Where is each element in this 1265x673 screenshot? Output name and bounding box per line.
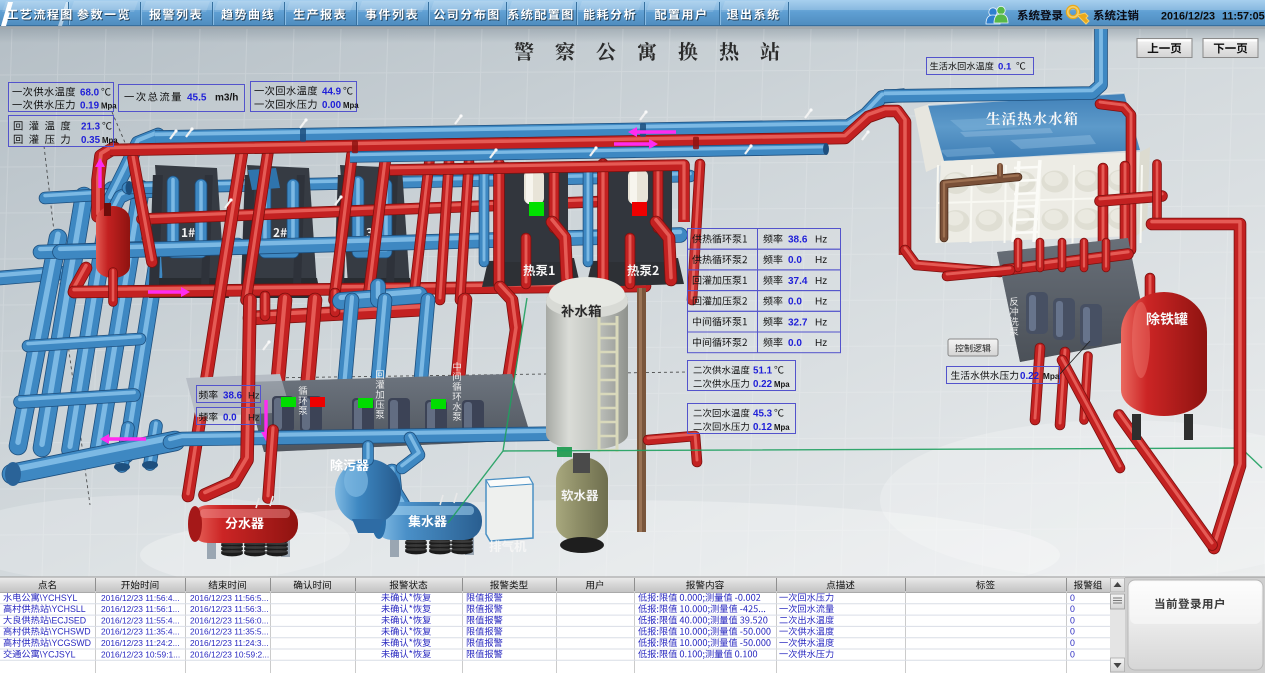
svg-text:2016/12/23 11:56:1...: 2016/12/23 11:56:1... bbox=[101, 604, 180, 614]
svg-text:2016/12/23 11:55:4...: 2016/12/23 11:55:4... bbox=[101, 615, 180, 625]
svg-text:\YCJSYL: \YCJSYL bbox=[40, 649, 76, 659]
svg-text:Hz: Hz bbox=[248, 391, 260, 402]
svg-text:38.6: 38.6 bbox=[788, 235, 808, 246]
svg-text:0: 0 bbox=[1070, 627, 1075, 637]
svg-text:45.3: 45.3 bbox=[753, 409, 773, 420]
svg-text:0.0: 0.0 bbox=[788, 338, 802, 349]
svg-text:2016/12/23 10:59:2...: 2016/12/23 10:59:2... bbox=[190, 649, 269, 659]
svg-text:\ECJSED: \ECJSED bbox=[49, 615, 86, 625]
svg-text:Mpa: Mpa bbox=[101, 102, 117, 111]
svg-text:\YCHSLL: \YCHSLL bbox=[49, 604, 86, 614]
svg-text:Hz: Hz bbox=[815, 297, 827, 308]
svg-text:0: 0 bbox=[1070, 604, 1075, 614]
svg-text:Hz: Hz bbox=[815, 255, 827, 266]
svg-text:0: 0 bbox=[1070, 615, 1075, 625]
svg-text:0: 0 bbox=[1070, 638, 1075, 648]
svg-text:0.19: 0.19 bbox=[80, 101, 100, 112]
svg-text:Hz: Hz bbox=[815, 338, 827, 349]
svg-text:2016/12/23: 2016/12/23 bbox=[1161, 11, 1215, 23]
svg-text:Hz: Hz bbox=[248, 413, 260, 424]
svg-text:21.3: 21.3 bbox=[81, 122, 101, 133]
svg-text:0.00: 0.00 bbox=[322, 100, 342, 111]
svg-text:0.22: 0.22 bbox=[1020, 371, 1040, 382]
svg-text:37.4: 37.4 bbox=[788, 276, 808, 287]
svg-text:Mpa: Mpa bbox=[343, 101, 359, 110]
svg-text:2016/12/23 11:56:3...: 2016/12/23 11:56:3... bbox=[190, 604, 269, 614]
svg-text:2016/12/23 10:59:1...: 2016/12/23 10:59:1... bbox=[101, 649, 180, 659]
svg-text:Hz: Hz bbox=[815, 317, 827, 328]
svg-text:45.5: 45.5 bbox=[187, 93, 207, 104]
svg-text:Hz: Hz bbox=[815, 235, 827, 246]
svg-text:32.7: 32.7 bbox=[788, 317, 808, 328]
svg-text:0.35: 0.35 bbox=[81, 135, 101, 146]
svg-text:11:57:05: 11:57:05 bbox=[1222, 11, 1265, 23]
svg-text:\YCHSYL: \YCHSYL bbox=[40, 593, 78, 603]
svg-text:51.1: 51.1 bbox=[753, 366, 773, 377]
svg-text:0: 0 bbox=[1070, 593, 1075, 603]
svg-text:2016/12/23 11:24:2...: 2016/12/23 11:24:2... bbox=[101, 638, 180, 648]
svg-text:44.9: 44.9 bbox=[322, 87, 342, 98]
svg-text:2016/12/23 11:56:0...: 2016/12/23 11:56:0... bbox=[190, 615, 269, 625]
svg-text:0.0: 0.0 bbox=[788, 297, 802, 308]
svg-text:0.12: 0.12 bbox=[753, 422, 773, 433]
svg-text:Mpa: Mpa bbox=[1043, 372, 1060, 381]
svg-text:0.0: 0.0 bbox=[788, 255, 802, 266]
svg-text:Mpa: Mpa bbox=[102, 136, 118, 145]
svg-text:0.0: 0.0 bbox=[223, 413, 237, 424]
svg-text:2016/12/23 11:35:5...: 2016/12/23 11:35:5... bbox=[190, 627, 269, 637]
svg-text:2016/12/23 11:24:3...: 2016/12/23 11:24:3... bbox=[190, 638, 269, 648]
svg-text:0: 0 bbox=[1070, 649, 1075, 659]
svg-text:Hz: Hz bbox=[815, 276, 827, 287]
svg-text:m3/h: m3/h bbox=[215, 93, 238, 104]
svg-text:Mpa: Mpa bbox=[774, 423, 790, 432]
svg-text:Mpa: Mpa bbox=[774, 380, 790, 389]
svg-text:\YCHSWD: \YCHSWD bbox=[49, 627, 91, 637]
svg-text:68.0: 68.0 bbox=[80, 88, 100, 99]
svg-text:2016/12/23 11:35:4...: 2016/12/23 11:35:4... bbox=[101, 627, 180, 637]
svg-text:2016/12/23 11:56:5...: 2016/12/23 11:56:5... bbox=[190, 593, 269, 603]
svg-text:0.22: 0.22 bbox=[753, 379, 773, 390]
svg-text:\YCGSWD: \YCGSWD bbox=[49, 638, 91, 648]
svg-text:0.1: 0.1 bbox=[998, 62, 1012, 73]
svg-text:38.6: 38.6 bbox=[223, 391, 243, 402]
svg-text:2016/12/23 11:56:4...: 2016/12/23 11:56:4... bbox=[101, 593, 180, 603]
